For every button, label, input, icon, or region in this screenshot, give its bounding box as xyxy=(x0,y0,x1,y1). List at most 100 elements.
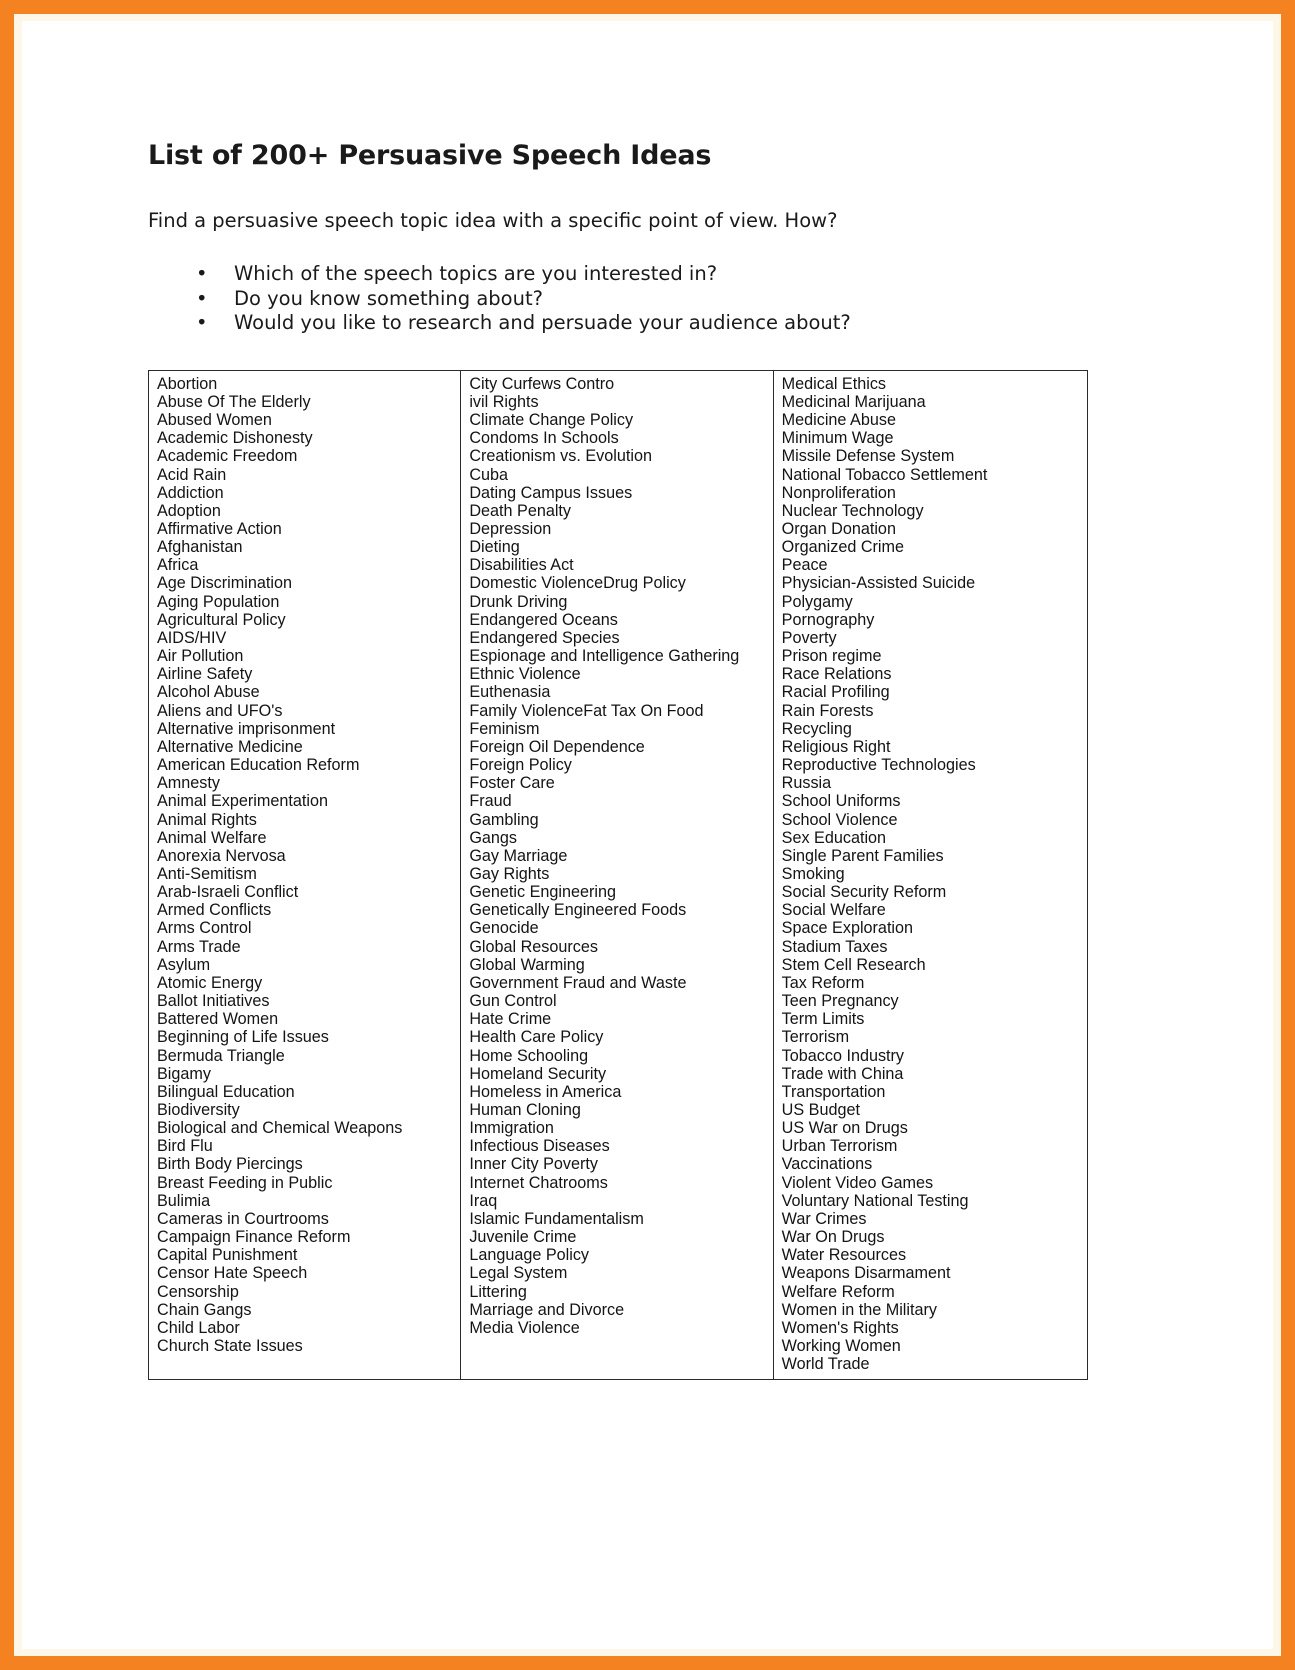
topic-item: Animal Rights xyxy=(157,810,257,829)
topic-item: Stadium Taxes xyxy=(781,937,888,956)
topic-item: Airline Safety xyxy=(157,665,253,684)
topic-item: Censorship xyxy=(157,1282,239,1301)
topic-item: Urban Terrorism xyxy=(781,1137,898,1156)
topic-item: Nuclear Technology xyxy=(781,501,924,520)
topic-item: Physician-Assisted Suicide xyxy=(781,574,976,593)
topic-item: Social Security Reform xyxy=(781,883,947,902)
topic-column-2: City Curfews Contro ivil Rights Climate Ch… xyxy=(461,370,774,1380)
topic-item: Death Penalty xyxy=(469,501,572,520)
topic-item: Endangered Species xyxy=(469,628,620,647)
topic-item: Dieting xyxy=(469,538,520,557)
topic-item: Espionage and Intelligence Gathering xyxy=(469,647,740,666)
topic-item: Age Discrimination xyxy=(157,574,292,593)
topic-item: Gambling xyxy=(469,810,539,829)
topic-item: Addiction xyxy=(157,483,224,502)
topic-item: Afghanistan xyxy=(157,538,243,557)
topic-item: Dating Campus Issues xyxy=(469,483,633,502)
topic-item: Euthenasia xyxy=(469,683,551,702)
question-list: • Which of the speech topics are you inte… xyxy=(148,262,1088,336)
topic-item: Bird Flu xyxy=(157,1137,213,1156)
topic-item: Cuba xyxy=(469,465,509,484)
topic-item: Bermuda Triangle xyxy=(157,1046,285,1065)
topic-item: Domestic ViolenceDrug Policy xyxy=(469,574,686,593)
topic-item: Infectious Diseases xyxy=(469,1137,610,1156)
topic-item: Arab-Israeli Conflict xyxy=(157,883,299,902)
topic-item: Air Pollution xyxy=(157,647,244,666)
topic-item: Single Parent Families xyxy=(781,846,944,865)
topic-item: Arms Control xyxy=(157,919,252,938)
question-item: • Would you like to research and persuade… xyxy=(196,311,1088,336)
topic-item: Homeland Security xyxy=(469,1064,607,1083)
topic-item: Gay Rights xyxy=(469,864,550,883)
topic-item: Space Exploration xyxy=(781,919,914,938)
topic-item: Peace xyxy=(781,556,828,575)
topic-item: Animal Experimentation xyxy=(157,792,328,811)
bullet-icon: • xyxy=(196,262,208,286)
topic-item: Religious Right xyxy=(781,737,891,756)
topic-item: Foreign Policy xyxy=(469,756,572,775)
topic-item: Academic Freedom xyxy=(157,447,298,466)
topic-item: Global Warming xyxy=(469,955,585,974)
topic-item: Capital Punishment xyxy=(157,1246,298,1265)
topic-item: Arms Trade xyxy=(157,937,241,956)
topic-item: Legal System xyxy=(469,1264,568,1283)
topic-item: Media Violence xyxy=(469,1318,580,1337)
topic-item: Inner City Poverty xyxy=(469,1155,598,1174)
topic-item: Censor Hate Speech xyxy=(157,1264,308,1283)
topic-item: Anorexia Nervosa xyxy=(157,846,286,865)
topic-item: Welfare Reform xyxy=(781,1282,895,1301)
topic-item: Nonproliferation xyxy=(781,483,896,502)
topic-item: Abused Women xyxy=(157,411,272,430)
topic-item: Agricultural Policy xyxy=(157,610,286,629)
topic-item: Violent Video Games xyxy=(781,1173,934,1192)
topic-item: Terrorism xyxy=(781,1028,850,1047)
topic-item: Women's Rights xyxy=(781,1318,899,1337)
topic-column-1: Abortion Abuse Of The Elderly Abused Women… xyxy=(149,370,462,1380)
topic-item: Government Fraud and Waste xyxy=(469,973,687,992)
topic-item: Breast Feeding in Public xyxy=(157,1173,333,1192)
topic-item: Birth Body Piercings xyxy=(157,1155,303,1174)
topic-item: Climate Change Policy xyxy=(469,411,634,430)
topic-item: Genocide xyxy=(469,919,539,938)
topic-item: Adoption xyxy=(157,501,221,520)
topic-column-3: Medical Ethics Medicinal Marijuana Medicin… xyxy=(774,371,1087,1380)
topic-item: Smoking xyxy=(781,864,845,883)
topic-item: Marriage and Divorce xyxy=(469,1300,625,1319)
topic-item: National Tobacco Settlement xyxy=(781,465,988,484)
topic-item: Depression xyxy=(469,520,552,539)
topic-item: Asylum xyxy=(157,955,211,974)
topic-item: School Uniforms xyxy=(781,792,901,811)
topic-item: Gangs xyxy=(469,828,518,847)
topic-item: Tax Reform xyxy=(781,973,865,992)
topic-item: Transportation xyxy=(781,1082,886,1101)
topic-item: Organ Donation xyxy=(781,520,896,539)
topic-item: Minimum Wage xyxy=(781,429,894,448)
topic-item: Home Schooling xyxy=(469,1046,589,1065)
question-text: Which of the speech topics are you inter… xyxy=(234,262,718,286)
page-title: List of 200+ Persuasive Speech Ideas xyxy=(148,140,712,171)
topic-item: Tobacco Industry xyxy=(781,1046,905,1065)
topic-item: Internet Chatrooms xyxy=(469,1173,608,1192)
topic-item: Aging Population xyxy=(157,592,280,611)
topic-item: War Crimes xyxy=(781,1209,867,1228)
topic-item: Family ViolenceFat Tax On Food xyxy=(469,701,704,720)
topic-item: Organized Crime xyxy=(781,538,905,557)
topic-item: US War on Drugs xyxy=(781,1119,908,1138)
topic-item: Gay Marriage xyxy=(469,846,568,865)
topic-item: Trade with China xyxy=(781,1064,904,1083)
topic-item: Aliens and UFO's xyxy=(157,701,283,720)
paper-sheet: List of 200+ Persuasive Speech Ideas Fin… xyxy=(22,21,1273,1649)
topic-item: Juvenile Crime xyxy=(469,1228,577,1247)
topic-item: Alcohol Abuse xyxy=(157,683,260,702)
topic-item: Term Limits xyxy=(781,1010,865,1029)
topic-item: Africa xyxy=(157,556,199,575)
topic-item: Sex Education xyxy=(781,828,887,847)
page-canvas: List of 200+ Persuasive Speech Ideas Fin… xyxy=(0,0,1295,1670)
topic-item: ivil Rights xyxy=(469,392,539,411)
topic-item: Hate Crime xyxy=(469,1010,552,1029)
topic-item: Abuse Of The Elderly xyxy=(157,392,311,411)
topic-item: Stem Cell Research xyxy=(781,955,926,974)
topic-item: Foreign Oil Dependence xyxy=(469,737,645,756)
question-item: • Which of the speech topics are you inte… xyxy=(196,262,1088,287)
topic-item: US Budget xyxy=(781,1101,860,1120)
